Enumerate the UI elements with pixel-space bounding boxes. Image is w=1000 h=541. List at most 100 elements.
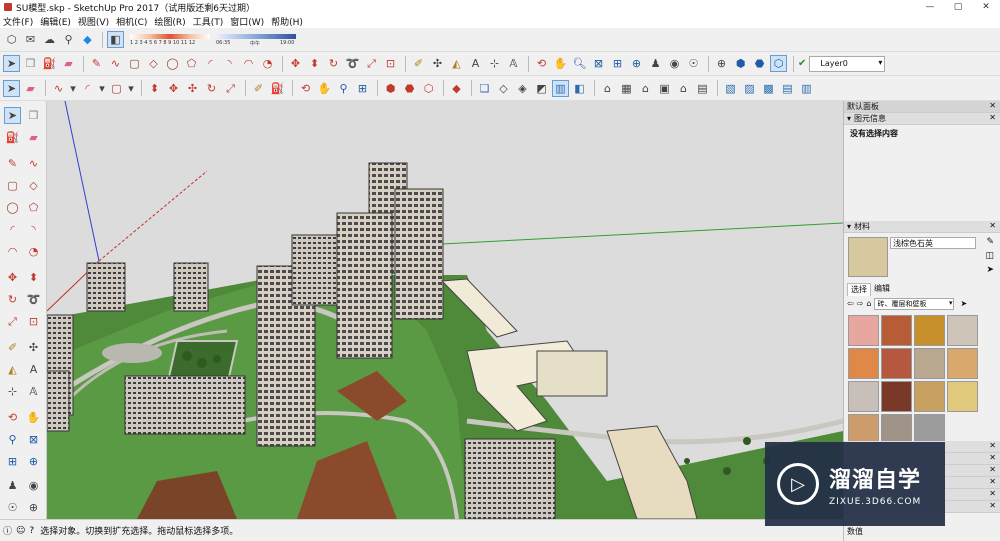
component-maker-icon[interactable]: ❒ [22, 55, 39, 72]
scale-icon[interactable]: ⤢ [363, 55, 380, 72]
close-icon[interactable]: ✕ [989, 465, 996, 474]
pencil-icon[interactable]: ✎ [88, 55, 105, 72]
tape-measure-icon[interactable]: ✐ [410, 55, 427, 72]
pushpull-icon[interactable]: ⬍ [25, 269, 42, 286]
monochrome-icon[interactable]: ◧ [571, 80, 588, 97]
link-icon[interactable]: ⚲ [60, 31, 77, 48]
position-camera-icon[interactable]: ⊕ [25, 453, 42, 470]
menu-camera[interactable]: 相机(C) [116, 15, 147, 28]
back-view-icon[interactable]: ⌂ [675, 80, 692, 97]
footprint-icon[interactable]: ☉ [4, 499, 21, 516]
top-view-icon[interactable]: ▦ [618, 80, 635, 97]
zoom-icon[interactable]: ⚲ [335, 80, 352, 97]
chevron-down-icon[interactable]: ▾ [127, 80, 135, 97]
left-view-icon[interactable]: ▤ [694, 80, 711, 97]
cloud-icon[interactable]: ☁ [41, 31, 58, 48]
freehand-icon[interactable]: ∿ [50, 80, 67, 97]
move-icon[interactable]: ✥ [287, 55, 304, 72]
material-swatch[interactable] [848, 381, 879, 412]
look-around-icon[interactable]: ◉ [25, 477, 42, 494]
menu-draw[interactable]: 绘图(R) [154, 15, 185, 28]
xray-icon[interactable]: ❑ [476, 80, 493, 97]
create-material-icon[interactable]: ◫ [985, 251, 994, 261]
zoom-extents-icon[interactable]: ⊞ [354, 80, 371, 97]
select-icon[interactable]: ➤ [3, 55, 20, 72]
zoom-window-icon[interactable]: ⊠ [590, 55, 607, 72]
menu-view[interactable]: 视图(V) [78, 15, 109, 28]
style-icon[interactable]: ▨ [741, 80, 758, 97]
shaded-textures-icon[interactable]: ▥ [552, 79, 569, 97]
pie-icon[interactable]: ◔ [25, 243, 42, 260]
layer-dropdown[interactable]: Layer0 ▾ [809, 55, 886, 72]
style-icon[interactable]: ▥ [798, 80, 815, 97]
material-swatch[interactable] [947, 381, 978, 412]
style-icon[interactable]: ▧ [722, 80, 739, 97]
pushpull-icon[interactable]: ⬍ [146, 80, 163, 97]
look-around-icon[interactable]: ◉ [666, 55, 683, 72]
close-icon[interactable]: ✕ [989, 441, 996, 450]
right-view-icon[interactable]: ▣ [656, 80, 673, 97]
paint-bucket-icon[interactable]: ⛽ [4, 129, 21, 146]
orbit-icon[interactable]: ⟲ [533, 55, 550, 72]
pushpull-icon[interactable]: ⬍ [306, 55, 323, 72]
arc-2pt-icon[interactable]: ◝ [221, 55, 238, 72]
3d-warehouse-icon[interactable]: ⬢ [732, 55, 749, 72]
style-icon[interactable]: ▩ [760, 80, 777, 97]
offset-icon[interactable]: ⊡ [25, 313, 42, 330]
move-icon[interactable]: ✥ [4, 269, 21, 286]
component-icon[interactable]: ◆ [79, 31, 96, 48]
maximize-button[interactable]: ▢ [944, 2, 972, 12]
shadow-toggle-icon[interactable]: ◧ [107, 31, 124, 48]
pan-icon[interactable]: ✋ [316, 80, 333, 97]
arc-icon[interactable]: ◜ [79, 80, 96, 97]
close-icon[interactable]: ✕ [989, 477, 996, 486]
materials-header[interactable]: ▾ 材料 ✕ [844, 221, 1000, 233]
position-camera-icon[interactable]: ⊕ [628, 55, 645, 72]
hidden-line-icon[interactable]: ◈ [514, 80, 531, 97]
3d-viewport[interactable] [47, 101, 843, 519]
scale-icon[interactable]: ⤢ [4, 313, 21, 330]
text-icon[interactable]: A [25, 361, 42, 378]
mail-icon[interactable]: ✉ [22, 31, 39, 48]
material-swatch[interactable] [848, 315, 879, 346]
eraser-icon[interactable]: ▰ [25, 129, 42, 146]
move-icon[interactable]: ✣ [184, 80, 201, 97]
arc-icon[interactable]: ◜ [202, 55, 219, 72]
zoom-extents-icon[interactable]: ⊞ [609, 55, 626, 72]
material-name-field[interactable]: 浅棕色石英 [890, 237, 976, 249]
axes-icon[interactable]: ⊹ [486, 55, 503, 72]
rectangle-icon[interactable]: ▢ [4, 177, 21, 194]
polygon-icon[interactable]: ⬠ [183, 55, 200, 72]
zoom-icon[interactable]: 🔍︎ [571, 55, 588, 72]
pie-icon[interactable]: ◔ [259, 55, 276, 72]
style-icon[interactable]: ▤ [779, 80, 796, 97]
zoom-icon[interactable]: ⚲ [4, 431, 21, 448]
rotate-icon[interactable]: ↻ [325, 55, 342, 72]
rotate-icon[interactable]: ↻ [4, 291, 21, 308]
select-icon[interactable]: ➤ [4, 107, 21, 124]
paint-bucket-icon[interactable]: ⛽ [269, 80, 286, 97]
axes-icon[interactable]: ⊹ [4, 383, 21, 400]
rectangle-icon[interactable]: ▢ [108, 80, 125, 97]
material-collection-dropdown[interactable]: 砖、覆层和壁板 ▾ [874, 297, 955, 310]
tab-edit[interactable]: 编辑 [871, 283, 893, 296]
freehand-icon[interactable]: ∿ [107, 55, 124, 72]
home-icon[interactable]: ⌂ [866, 299, 871, 308]
eraser-icon[interactable]: ▰ [22, 80, 39, 97]
pan-icon[interactable]: ✋ [25, 409, 42, 426]
pencil-icon[interactable]: ✎ [4, 155, 21, 172]
close-icon[interactable]: ✕ [989, 221, 996, 230]
forward-icon[interactable]: ⇨ [857, 299, 864, 308]
3d-text-icon[interactable]: 𝔸 [505, 55, 522, 72]
menu-file[interactable]: 文件(F) [3, 15, 33, 28]
material-swatch[interactable] [947, 315, 978, 346]
move-icon[interactable]: ✥ [165, 80, 182, 97]
front-view-icon[interactable]: ⌂ [637, 80, 654, 97]
orbit-icon[interactable]: ⟲ [297, 80, 314, 97]
tape-measure-icon[interactable]: ✐ [4, 339, 21, 356]
ruby-console-icon[interactable]: ◆ [448, 80, 465, 97]
wireframe-icon[interactable]: ◇ [495, 80, 512, 97]
polygon-icon[interactable]: ⬠ [25, 199, 42, 216]
offset-icon[interactable]: ⊡ [382, 55, 399, 72]
material-swatch[interactable] [848, 348, 879, 379]
